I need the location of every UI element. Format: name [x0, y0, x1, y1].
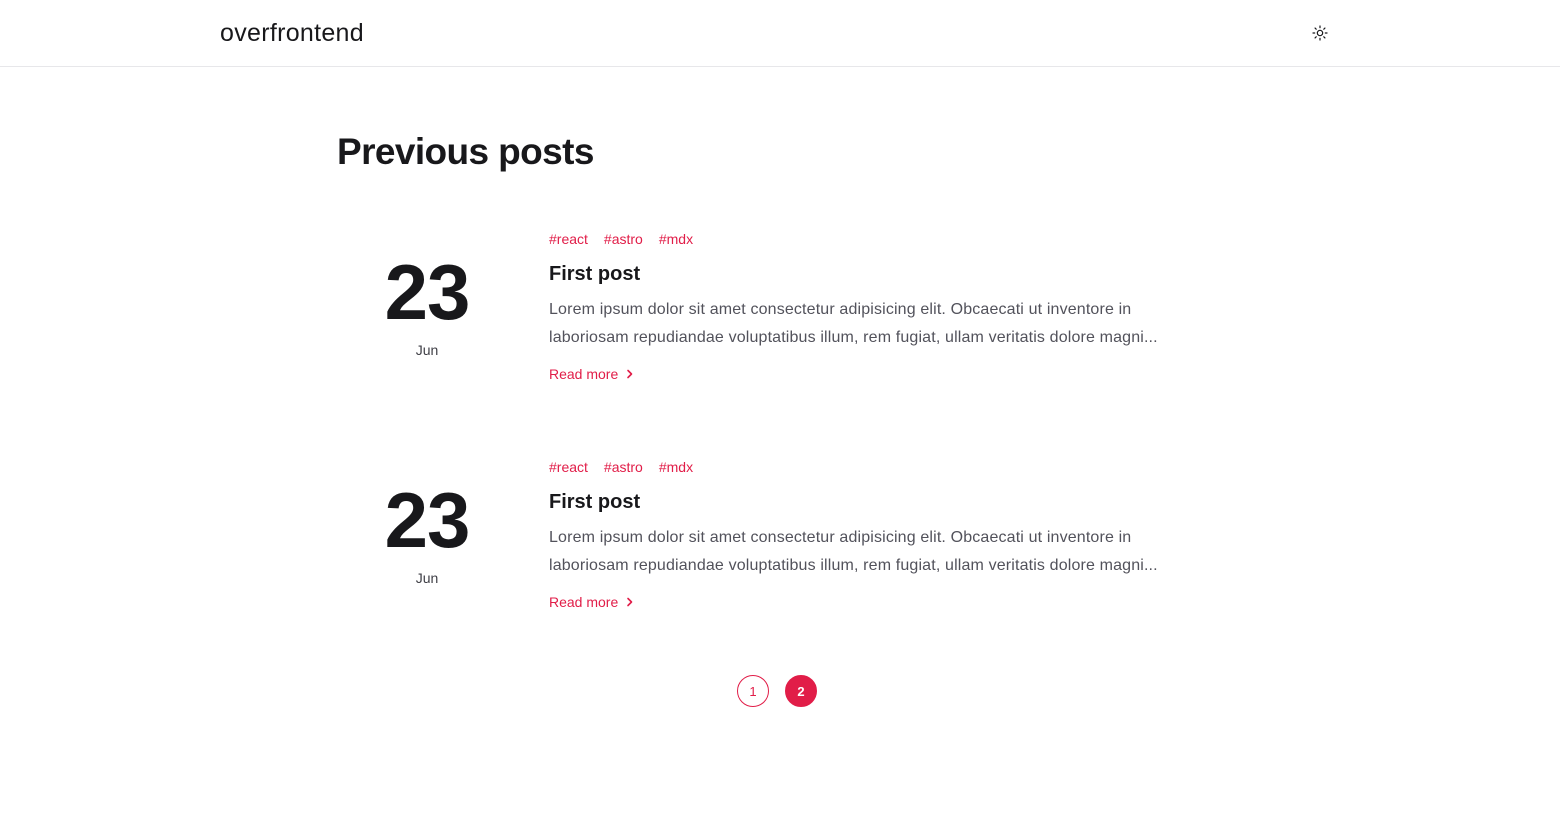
- post-body: #react #astro #mdx First post Lorem ipsu…: [549, 457, 1199, 612]
- theme-toggle-button[interactable]: [1308, 21, 1332, 45]
- post-date: 23 Jun: [337, 249, 517, 359]
- post-month: Jun: [415, 570, 439, 586]
- post-excerpt: Lorem ipsum dolor sit amet consectetur a…: [549, 301, 1158, 346]
- post-title-link[interactable]: First post: [549, 261, 1199, 287]
- post-day: 23: [384, 476, 471, 564]
- read-more-link[interactable]: Read more: [549, 592, 634, 612]
- pagination: 1 2: [737, 675, 817, 707]
- read-more-label: Read more: [549, 594, 619, 610]
- chevron-right-icon: [627, 597, 633, 607]
- post-date: 23 Jun: [337, 477, 517, 587]
- sun-icon: [1312, 25, 1328, 41]
- page-title: Previous posts: [337, 131, 594, 172]
- post-tags: #react #astro #mdx: [549, 457, 1199, 477]
- post-title-link[interactable]: First post: [549, 489, 1199, 515]
- post-month: Jun: [415, 342, 439, 358]
- post-card: 23 Jun #react #astro #mdx First post Lor…: [337, 229, 1237, 399]
- post-excerpt: Lorem ipsum dolor sit amet consectetur a…: [549, 529, 1158, 574]
- brand-logo-link[interactable]: overfrontend: [220, 17, 364, 49]
- site-header: overfrontend: [0, 0, 1560, 67]
- tag-link[interactable]: #astro: [604, 229, 643, 249]
- page-button-1[interactable]: 1: [737, 675, 769, 707]
- post-card: 23 Jun #react #astro #mdx First post Lor…: [337, 457, 1237, 627]
- post-body: #react #astro #mdx First post Lorem ipsu…: [549, 229, 1199, 384]
- post-day: 23: [384, 248, 471, 336]
- page-button-2-current[interactable]: 2: [785, 675, 817, 707]
- post-tags: #react #astro #mdx: [549, 229, 1199, 249]
- tag-link[interactable]: #react: [549, 457, 588, 477]
- tag-link[interactable]: #mdx: [659, 229, 693, 249]
- chevron-right-icon: [627, 369, 633, 379]
- read-more-link[interactable]: Read more: [549, 364, 634, 384]
- tag-link[interactable]: #mdx: [659, 457, 693, 477]
- read-more-label: Read more: [549, 366, 619, 382]
- tag-link[interactable]: #react: [549, 229, 588, 249]
- tag-link[interactable]: #astro: [604, 457, 643, 477]
